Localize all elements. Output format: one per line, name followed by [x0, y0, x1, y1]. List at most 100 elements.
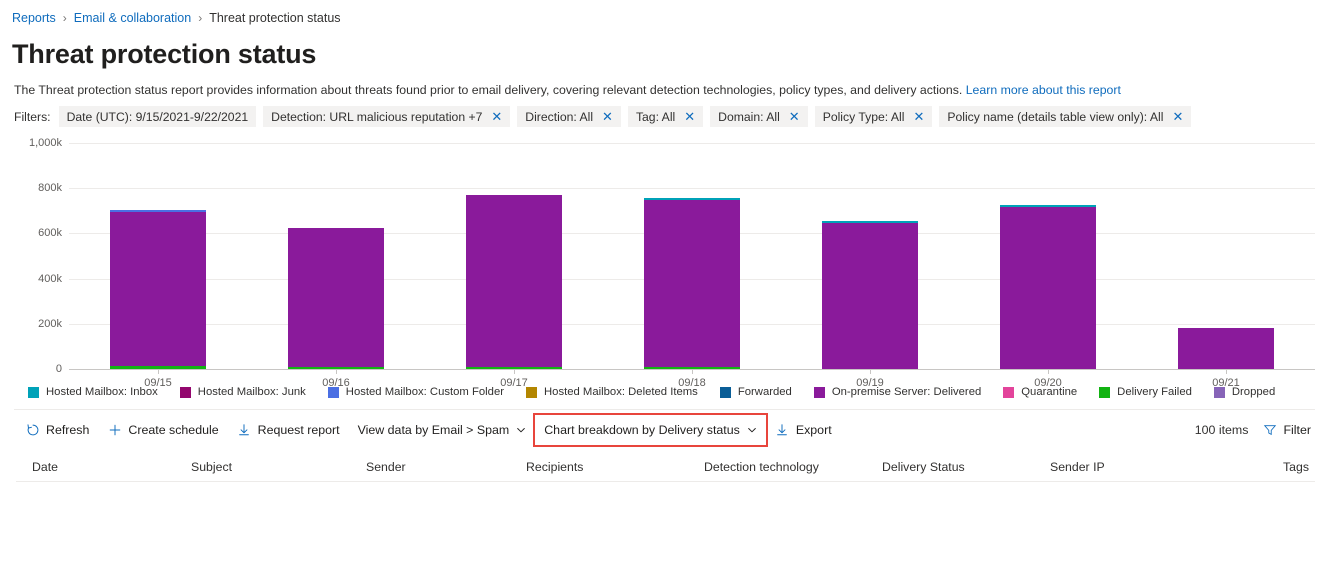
- filter-pill-detection[interactable]: Detection: URL malicious reputation +7 ✕: [263, 106, 511, 127]
- legend-item[interactable]: Hosted Mailbox: Custom Folder: [327, 386, 504, 398]
- legend-item[interactable]: Forwarded: [719, 386, 792, 398]
- breadcrumb-item-reports[interactable]: Reports: [12, 11, 56, 25]
- filter-pill-label: Tag: All: [635, 109, 676, 124]
- legend-label: Delivery Failed: [1117, 386, 1192, 398]
- filter-pill-date[interactable]: Date (UTC): 9/15/2021-9/22/2021: [58, 106, 257, 127]
- table-header-row: Date Subject Sender Recipients Detection…: [16, 452, 1315, 482]
- learn-more-link[interactable]: Learn more about this report: [966, 83, 1121, 97]
- refresh-button[interactable]: Refresh: [16, 415, 98, 445]
- legend-item[interactable]: On-premise Server: Delivered: [813, 386, 982, 398]
- chart-bar-segment[interactable]: [288, 228, 384, 367]
- chart-bar-segment[interactable]: [110, 211, 206, 367]
- filter-pill-label: Domain: All: [718, 109, 780, 124]
- filter-pill-policy-name[interactable]: Policy name (details table view only): A…: [939, 106, 1192, 127]
- column-header-status[interactable]: Delivery Status: [882, 460, 1050, 474]
- breadcrumb-item-current: Threat protection status: [209, 10, 341, 25]
- chart-bar-segment[interactable]: [822, 223, 918, 369]
- create-schedule-button[interactable]: Create schedule: [98, 415, 227, 445]
- chart-y-tick-label: 200k: [38, 317, 62, 330]
- chart-bar-segment[interactable]: [1000, 207, 1096, 369]
- breadcrumb: Reports › Email & collaboration › Threat…: [0, 0, 1327, 28]
- download-icon: [775, 423, 790, 438]
- filter-pill-domain[interactable]: Domain: All ✕: [710, 106, 808, 127]
- chart-bar-segment[interactable]: [644, 199, 740, 367]
- close-icon[interactable]: ✕: [602, 110, 613, 123]
- legend-label: Forwarded: [737, 386, 792, 398]
- filter-button-label: Filter: [1283, 423, 1311, 437]
- breadcrumb-separator-icon: ›: [198, 10, 203, 25]
- filter-pill-tag[interactable]: Tag: All ✕: [627, 106, 704, 127]
- legend-item[interactable]: Hosted Mailbox: Deleted Items: [526, 386, 698, 398]
- legend-label: Hosted Mailbox: Junk: [197, 386, 306, 398]
- legend-label: On-premise Server: Delivered: [831, 386, 982, 398]
- chevron-down-icon[interactable]: [747, 425, 757, 435]
- column-header-subject[interactable]: Subject: [191, 460, 366, 474]
- column-header-sender-ip[interactable]: Sender IP: [1050, 460, 1218, 474]
- filters-label: Filters:: [14, 109, 51, 124]
- toolbar-divider: [14, 409, 1315, 410]
- column-header-sender[interactable]: Sender: [366, 460, 526, 474]
- legend-label: Hosted Mailbox: Custom Folder: [345, 386, 504, 398]
- legend-swatch: [28, 386, 39, 398]
- chart-x-tick-label: 09/16: [322, 377, 350, 389]
- chart-bar[interactable]: [1178, 328, 1274, 369]
- filter-pill-label: Date (UTC): 9/15/2021-9/22/2021: [66, 109, 249, 124]
- chart-bar[interactable]: [822, 220, 918, 369]
- legend-swatch: [1003, 386, 1015, 398]
- breadcrumb-item-email-collab[interactable]: Email & collaboration: [74, 11, 191, 25]
- filter-pill-direction[interactable]: Direction: All ✕: [517, 106, 621, 127]
- column-header-detection[interactable]: Detection technology: [704, 460, 882, 474]
- column-header-tags[interactable]: Tags: [1218, 460, 1315, 474]
- view-data-button[interactable]: View data by Email > Spam: [349, 415, 536, 445]
- chart-x-tickmark: [514, 369, 515, 374]
- legend-item[interactable]: Hosted Mailbox: Inbox: [28, 386, 158, 398]
- close-icon[interactable]: ✕: [1172, 110, 1183, 123]
- filter-bar: Filters: Date (UTC): 9/15/2021-9/22/2021…: [14, 106, 1327, 127]
- legend-item[interactable]: Hosted Mailbox: Junk: [179, 386, 306, 398]
- legend-item[interactable]: Delivery Failed: [1099, 386, 1192, 398]
- chart-x-tickmark: [1226, 369, 1227, 374]
- close-icon[interactable]: ✕: [913, 110, 924, 123]
- refresh-label: Refresh: [46, 423, 90, 437]
- legend-label: Hosted Mailbox: Inbox: [46, 386, 158, 398]
- filter-pill-label: Direction: All: [525, 109, 594, 124]
- chart-y-tick-label: 400k: [38, 272, 62, 285]
- chart-bar[interactable]: [466, 195, 562, 369]
- create-schedule-label: Create schedule: [128, 423, 219, 437]
- chart-bar-segment[interactable]: [1178, 328, 1274, 369]
- chart-plot-area[interactable]: [69, 143, 1315, 369]
- description-text: The Threat protection status report prov…: [14, 83, 963, 97]
- chart-x-tick-label: 09/20: [1034, 377, 1062, 389]
- legend-label: Hosted Mailbox: Deleted Items: [544, 386, 698, 398]
- close-icon[interactable]: ✕: [789, 110, 800, 123]
- close-icon[interactable]: ✕: [491, 110, 502, 123]
- chart-breakdown-label: Chart breakdown by Delivery status: [544, 423, 740, 437]
- request-report-button[interactable]: Request report: [228, 415, 349, 445]
- filter-pill-label: Detection: URL malicious reputation +7: [271, 109, 483, 124]
- chart-y-tick-label: 600k: [38, 227, 62, 240]
- chart-bar[interactable]: [1000, 204, 1096, 369]
- command-bar-right: 100 items Filter: [1195, 415, 1315, 445]
- chart-bar[interactable]: [288, 228, 384, 369]
- close-icon[interactable]: ✕: [684, 110, 695, 123]
- item-count-label: 100 items: [1194, 423, 1249, 437]
- chevron-down-icon[interactable]: [516, 425, 526, 435]
- column-header-date[interactable]: Date: [16, 460, 191, 474]
- legend-swatch: [719, 386, 731, 398]
- legend-swatch: [1099, 386, 1111, 398]
- filter-button[interactable]: Filter: [1262, 415, 1315, 445]
- chart-breakdown-button[interactable]: Chart breakdown by Delivery status: [533, 413, 768, 447]
- request-report-label: Request report: [257, 423, 340, 437]
- legend-swatch: [813, 386, 825, 398]
- details-table: Date Subject Sender Recipients Detection…: [16, 452, 1315, 482]
- chart-y-tick-label: 800k: [38, 182, 62, 195]
- legend-swatch: [179, 386, 191, 398]
- filter-pill-label: Policy Type: All: [822, 109, 905, 124]
- chart-bar[interactable]: [110, 209, 206, 369]
- chart-bar[interactable]: [644, 197, 740, 369]
- chart-bar-segment[interactable]: [466, 195, 562, 367]
- filter-pill-policy-type[interactable]: Policy Type: All ✕: [814, 106, 933, 127]
- column-header-recipients[interactable]: Recipients: [526, 460, 704, 474]
- chart-x-tickmark: [870, 369, 871, 374]
- export-button[interactable]: Export: [766, 415, 841, 445]
